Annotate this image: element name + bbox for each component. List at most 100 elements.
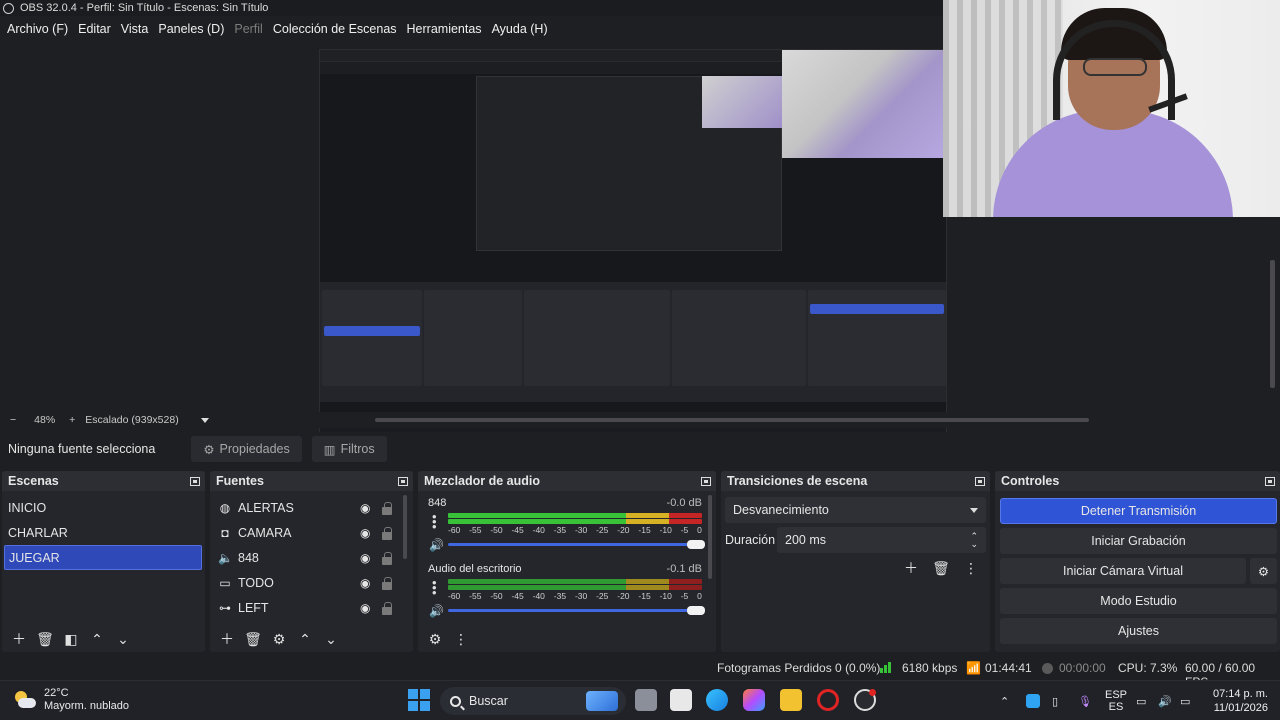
- clock-time: 07:14 p. m.: [1212, 688, 1268, 700]
- taskbar-clock[interactable]: 07:14 p. m. 11/01/2026: [1210, 687, 1268, 715]
- meter-tick-label: -20: [617, 525, 630, 535]
- lock-icon[interactable]: [382, 602, 392, 615]
- add-scene-button[interactable]: ＋: [6, 628, 32, 650]
- transition-menu-icon[interactable]: ⋮: [958, 557, 984, 579]
- trash-icon[interactable]: 🗑: [928, 557, 954, 579]
- zoom-out-button[interactable]: −: [10, 414, 16, 426]
- volume-slider-handle[interactable]: [687, 540, 705, 549]
- taskbar-search[interactable]: Buscar: [440, 687, 626, 715]
- meter-tick-label: -60: [448, 525, 461, 535]
- eye-icon[interactable]: ◉: [360, 551, 370, 565]
- scene-item-juegar[interactable]: JUEGAR: [4, 545, 202, 570]
- menu-vista[interactable]: Vista: [116, 22, 154, 36]
- sources-scrollbar[interactable]: [403, 495, 407, 559]
- stop-streaming-button[interactable]: Detener Transmisión: [1000, 498, 1277, 524]
- network-icon[interactable]: ▭: [1136, 695, 1154, 708]
- source-item-alertas[interactable]: ◍ ALERTAS ◉: [210, 495, 413, 520]
- settings-button[interactable]: Ajustes: [1000, 618, 1277, 644]
- filters-button[interactable]: ▥ Filtros: [311, 436, 387, 462]
- preview-horizontal-scrollbar[interactable]: [375, 418, 1089, 422]
- undock-icon[interactable]: [701, 476, 711, 486]
- properties-button[interactable]: ⚙ Propiedades: [191, 436, 302, 462]
- language-code: ESP: [1104, 689, 1127, 701]
- duration-spinbox[interactable]: 200 ms ⌃ ⌄: [777, 527, 986, 553]
- mixer-scrollbar[interactable]: [708, 495, 712, 579]
- weather-widget[interactable]: 22°C Mayorm. nublado: [14, 687, 129, 713]
- lock-icon[interactable]: [382, 577, 392, 590]
- lock-icon[interactable]: [382, 527, 392, 540]
- scene-filters-icon[interactable]: ◧: [58, 628, 84, 650]
- menu-paneles[interactable]: Paneles (D): [153, 22, 229, 36]
- volume-slider-handle[interactable]: [687, 606, 705, 615]
- mixer-dock-title-bar: Mezclador de audio: [418, 471, 716, 491]
- eye-icon[interactable]: ◉: [360, 526, 370, 540]
- move-down-icon[interactable]: ⌄: [110, 628, 136, 650]
- lock-icon[interactable]: [382, 502, 392, 515]
- source-item-todo[interactable]: ▭ TODO ◉: [210, 570, 413, 595]
- defender-icon[interactable]: [1026, 694, 1040, 708]
- track-level-meter: [448, 513, 702, 518]
- source-item-left[interactable]: ⊶ LEFT ◉: [210, 595, 413, 620]
- edge-browser-icon[interactable]: [706, 689, 728, 711]
- undock-icon[interactable]: [975, 476, 985, 486]
- studio-mode-button[interactable]: Modo Estudio: [1000, 588, 1277, 614]
- gear-icon[interactable]: ⚙: [266, 628, 292, 650]
- track-menu-icon[interactable]: • • •: [432, 576, 437, 599]
- start-recording-button[interactable]: Iniciar Grabación: [1000, 528, 1277, 554]
- move-up-icon[interactable]: ⌃: [84, 628, 110, 650]
- zoom-in-button[interactable]: +: [69, 414, 75, 426]
- mixer-menu-icon[interactable]: ⋮: [448, 628, 474, 650]
- dropped-frames: Fotogramas Perdidos 0 (0.0%): [717, 661, 881, 675]
- menu-herramientas[interactable]: Herramientas: [402, 22, 487, 36]
- menu-editar[interactable]: Editar: [73, 22, 116, 36]
- file-explorer-icon[interactable]: [780, 689, 802, 711]
- eye-icon[interactable]: ◉: [360, 601, 370, 615]
- volume-slider[interactable]: [448, 540, 705, 549]
- chevron-up-icon[interactable]: ⌃: [1000, 695, 1016, 708]
- preview-vertical-scrollbar[interactable]: [1270, 260, 1275, 388]
- undock-icon[interactable]: [190, 476, 200, 486]
- scene-item-charlar[interactable]: CHARLAR: [2, 520, 205, 545]
- trash-icon[interactable]: 🗑: [240, 628, 266, 650]
- menu-coleccion-escenas[interactable]: Colección de Escenas: [268, 22, 402, 36]
- speaker-icon[interactable]: 🔊: [429, 604, 444, 618]
- menu-archivo[interactable]: Archivo (F): [2, 22, 73, 36]
- language-indicator[interactable]: ESP ES: [1102, 689, 1130, 713]
- volume-slider[interactable]: [448, 606, 705, 615]
- undock-icon[interactable]: [398, 476, 408, 486]
- transition-select[interactable]: Desvanecimiento: [725, 497, 986, 523]
- copilot-icon[interactable]: [743, 689, 765, 711]
- add-source-button[interactable]: ＋: [214, 628, 240, 650]
- scene-item-inicio[interactable]: INICIO: [2, 495, 205, 520]
- move-up-icon[interactable]: ⌃: [292, 628, 318, 650]
- scale-dropdown-icon[interactable]: [191, 414, 209, 426]
- microphone-icon[interactable]: 🎙: [1078, 695, 1092, 708]
- spinner-arrows-icon[interactable]: ⌃ ⌄: [970, 532, 978, 549]
- lock-icon[interactable]: [382, 552, 392, 565]
- windows-start-icon[interactable]: [408, 689, 430, 711]
- track-menu-icon[interactable]: • • •: [432, 510, 437, 533]
- eye-icon[interactable]: ◉: [360, 576, 370, 590]
- preview-canvas[interactable]: [319, 49, 947, 444]
- obs-logo-icon: [3, 2, 14, 14]
- advanced-audio-icon[interactable]: ⚙: [422, 628, 448, 650]
- speaker-icon[interactable]: 🔊: [429, 538, 444, 552]
- eye-icon[interactable]: ◉: [360, 501, 370, 515]
- move-down-icon[interactable]: ⌄: [318, 628, 344, 650]
- source-item-camara[interactable]: ◘ CAMARA ◉: [210, 520, 413, 545]
- usb-icon[interactable]: ▯: [1052, 695, 1066, 708]
- battery-icon[interactable]: ▭: [1180, 695, 1198, 708]
- store-icon[interactable]: [670, 689, 692, 711]
- preview-area[interactable]: [0, 0, 1280, 444]
- add-transition-button[interactable]: ＋: [898, 557, 924, 579]
- mixer-track-audio-escritorio: Audio del escritorio -0.1 dB • • • -60 -55-…: [418, 560, 708, 624]
- opera-browser-icon[interactable]: [817, 689, 839, 711]
- task-view-icon[interactable]: [635, 689, 657, 711]
- menu-ayuda[interactable]: Ayuda (H): [487, 22, 553, 36]
- undock-icon[interactable]: [1265, 476, 1275, 486]
- trash-icon[interactable]: 🗑: [32, 628, 58, 650]
- source-item-848[interactable]: 🔈 848 ◉: [210, 545, 413, 570]
- start-virtual-camera-button[interactable]: Iniciar Cámara Virtual: [1000, 558, 1246, 584]
- virtual-camera-settings-button[interactable]: ⚙: [1250, 558, 1277, 584]
- volume-icon[interactable]: 🔊: [1158, 695, 1176, 708]
